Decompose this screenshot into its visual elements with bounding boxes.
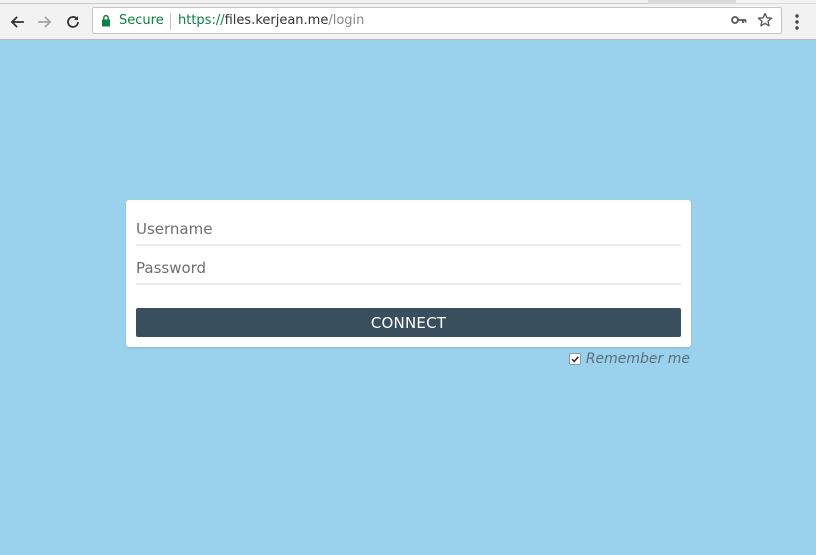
back-button[interactable] [5, 10, 29, 34]
remember-me-checkbox[interactable] [568, 353, 581, 365]
reload-icon [67, 16, 79, 28]
checkmark-icon [571, 356, 579, 363]
login-card: CONNECT [126, 200, 691, 347]
url-scheme: https:// [178, 13, 225, 28]
reload-button[interactable] [61, 10, 85, 34]
arrow-left-icon [10, 16, 24, 28]
remember-me-label[interactable]: Remember me [586, 351, 690, 367]
arrow-right-icon [38, 16, 52, 28]
lock-icon [102, 14, 110, 27]
kebab-menu-icon[interactable] [795, 14, 799, 30]
username-input[interactable] [136, 214, 681, 246]
connect-button[interactable]: CONNECT [136, 308, 681, 337]
security-label[interactable]: Secure [119, 13, 164, 28]
remember-me[interactable]: Remember me [568, 351, 690, 367]
address-bar[interactable]: Secure https://files.kerjean.me/login [92, 7, 782, 34]
url-path: /login [328, 13, 365, 28]
url-host: files.kerjean.me [224, 13, 329, 28]
key-icon[interactable] [731, 14, 747, 26]
address-separator [170, 13, 171, 30]
url-text[interactable]: https://files.kerjean.me/login [178, 13, 364, 28]
password-input[interactable] [136, 253, 681, 285]
forward-button[interactable] [33, 10, 57, 34]
new-tab[interactable] [736, 0, 816, 3]
browser-toolbar: Secure https://files.kerjean.me/login [0, 4, 816, 40]
star-icon[interactable] [757, 12, 773, 28]
